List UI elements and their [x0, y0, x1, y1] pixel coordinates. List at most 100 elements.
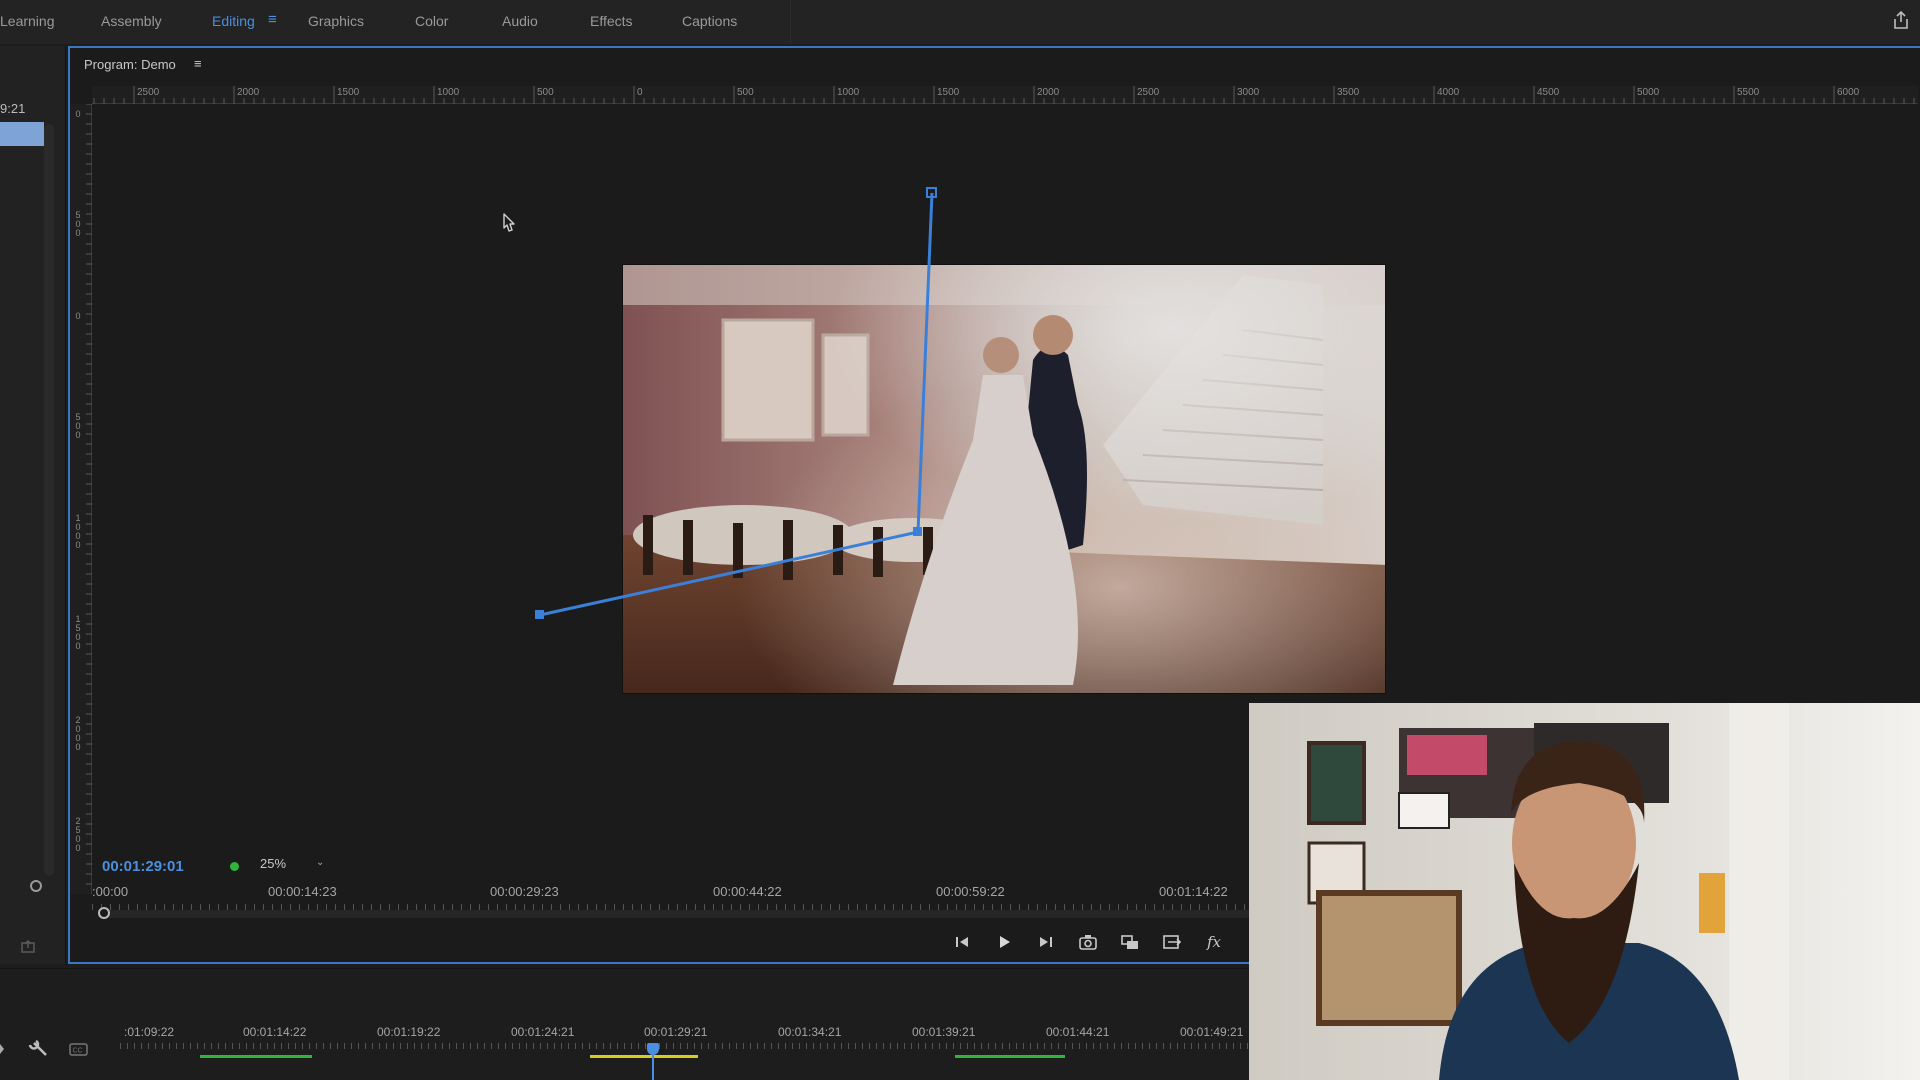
ruler-label: 1500: [337, 87, 360, 98]
left-panel: 9:21: [0, 46, 66, 964]
step-back-button[interactable]: [950, 930, 974, 954]
ruler-label: 2 0 0 0: [75, 715, 81, 752]
render-bar-yellow: [590, 1055, 698, 1058]
horizontal-ruler: 2500 2000 1500 1000 500 0 500 1000 1500 2000 2500 3…: [92, 86, 1918, 104]
ruler-label: 500: [537, 87, 554, 98]
workspace-tab-audio[interactable]: Audio: [502, 13, 538, 29]
time-ruler-label: 00:00:44:22: [713, 884, 782, 899]
ruler-label: 4500: [1537, 87, 1560, 98]
timeline-ruler-label: 00:01:44:21: [1046, 1025, 1110, 1039]
fx-icon: fx: [1206, 933, 1221, 951]
playhead-timecode[interactable]: 00:01:29:01: [102, 858, 184, 875]
ruler-label: 1000: [437, 87, 460, 98]
svg-text:CC: CC: [73, 1048, 83, 1055]
timeline-ruler-label: 00:01:34:21: [778, 1025, 842, 1039]
status-indicator: [230, 862, 239, 871]
workspace-menu-icon[interactable]: ≡: [268, 12, 281, 28]
selected-clip[interactable]: [0, 122, 44, 146]
ruler-label: 3000: [1237, 87, 1260, 98]
workspace-tab-assembly[interactable]: Assembly: [101, 13, 162, 29]
render-bar-green: [955, 1055, 1065, 1058]
panel-menu-icon[interactable]: ≡: [194, 56, 202, 71]
workspace-tab-captions[interactable]: Captions: [682, 13, 737, 29]
timeline-tools: CC: [0, 1039, 88, 1056]
time-ruler-label: :00:00: [92, 884, 129, 899]
workspace-tab-editing[interactable]: Editing: [212, 13, 255, 29]
ruler-label: 5 0 0: [75, 412, 81, 440]
ruler-label: 4000: [1437, 87, 1460, 98]
time-ruler-label: 00:00:29:23: [490, 884, 559, 899]
timeline-ruler-ticks: [120, 1043, 1250, 1049]
play-button[interactable]: [992, 930, 1016, 954]
share-icon[interactable]: [1892, 10, 1910, 30]
ruler-label: 6000: [1837, 87, 1860, 98]
export-frame-button[interactable]: [1076, 930, 1100, 954]
presenter-webcam-video: [1249, 703, 1920, 1080]
ruler-label: 2500: [1137, 87, 1160, 98]
camera-icon: [1079, 935, 1097, 950]
left-panel-bottom-icons: [21, 940, 35, 953]
ruler-label: 5 0 0: [75, 210, 81, 238]
timeline-ruler-label: 00:01:14:22: [243, 1025, 307, 1039]
timeline-ruler-label: 00:01:49:21: [1180, 1025, 1244, 1039]
monitor-scrub-bar[interactable]: [98, 910, 1258, 918]
workspace-tab-effects[interactable]: Effects: [590, 13, 633, 29]
workspace-tab-learning[interactable]: Learning: [0, 13, 55, 29]
zoom-slider-handle[interactable]: [30, 880, 42, 892]
left-panel-scrollbar[interactable]: [44, 124, 54, 876]
insert-icon: [1121, 935, 1138, 949]
time-ruler-label: 00:00:59:22: [936, 884, 1005, 899]
ruler-label: 0: [637, 87, 643, 98]
ruler-label: 1000: [837, 87, 860, 98]
step-back-icon: [956, 937, 968, 947]
program-video-frame[interactable]: [622, 264, 1386, 694]
timeline-ruler-label: :01:09:22: [124, 1025, 175, 1039]
insert-button[interactable]: [1118, 930, 1142, 954]
ruler-label: 2000: [237, 87, 260, 98]
ruler-label: 0: [75, 109, 81, 119]
ruler-label: 0: [75, 311, 81, 321]
wrench-icon[interactable]: [28, 1039, 47, 1056]
wedding-dance-video: [623, 265, 1385, 693]
workspace-tab-color[interactable]: Color: [415, 13, 448, 29]
ruler-label: 2 5 0 0: [75, 816, 81, 853]
time-ruler-label: 00:00:14:23: [268, 884, 337, 899]
ruler-label: 3500: [1337, 87, 1360, 98]
vertical-ruler: 0 5 0 0 0 5 0 0 1 0 0 0 1 5 0 0 2 0 0 0 2 5 0 0: [70, 104, 92, 894]
webcam-overlay: [1249, 703, 1920, 1080]
ruler-label: 1 0 0 0: [75, 513, 81, 550]
ruler-label: 500: [737, 87, 754, 98]
timeline-ruler-label: 00:01:24:21: [511, 1025, 575, 1039]
ruler-label: 5000: [1637, 87, 1660, 98]
step-forward-icon: [1040, 937, 1052, 947]
ruler-label: 2500: [137, 87, 160, 98]
timeline-ruler-label: 00:01:29:21: [644, 1025, 708, 1039]
overwrite-button[interactable]: [1160, 930, 1184, 954]
play-icon: [1000, 936, 1010, 948]
transport-controls: fx: [950, 930, 1270, 958]
ruler-label: 1500: [937, 87, 960, 98]
render-bar-green: [200, 1055, 312, 1058]
workspace-tab-graphics[interactable]: Graphics: [308, 13, 364, 29]
panel-title: Program: Demo: [84, 57, 176, 72]
zoom-level-select[interactable]: 25% ⌄: [260, 856, 330, 874]
ruler-label: 1 5 0 0: [75, 614, 81, 651]
mouse-cursor-icon: [503, 213, 515, 232]
chevron-down-icon: ⌄: [316, 857, 325, 868]
step-forward-button[interactable]: [1034, 930, 1058, 954]
fx-button[interactable]: fx: [1202, 930, 1226, 954]
overwrite-icon: [1163, 935, 1182, 949]
zoom-level-value: 25%: [260, 856, 287, 871]
ruler-label: 5500: [1737, 87, 1760, 98]
time-ruler-label: 00:01:14:22: [1159, 884, 1228, 899]
timeline-ruler-label: 00:01:39:21: [912, 1025, 976, 1039]
left-panel-timecode: 9:21: [0, 101, 26, 116]
timeline-ruler[interactable]: :01:09:22 00:01:14:22 00:01:19:22 00:01:…: [120, 1025, 1250, 1080]
playhead-line: [652, 1053, 654, 1080]
captions-icon[interactable]: CC: [69, 1043, 88, 1056]
ruler-label: 2000: [1037, 87, 1060, 98]
timeline-ruler-label: 00:01:19:22: [377, 1025, 441, 1039]
workspace-divider: [790, 0, 791, 44]
scrub-bar-handle[interactable]: [98, 907, 110, 919]
workspace-bar: Learning Assembly Editing ≡ Graphics Col…: [0, 0, 1920, 44]
